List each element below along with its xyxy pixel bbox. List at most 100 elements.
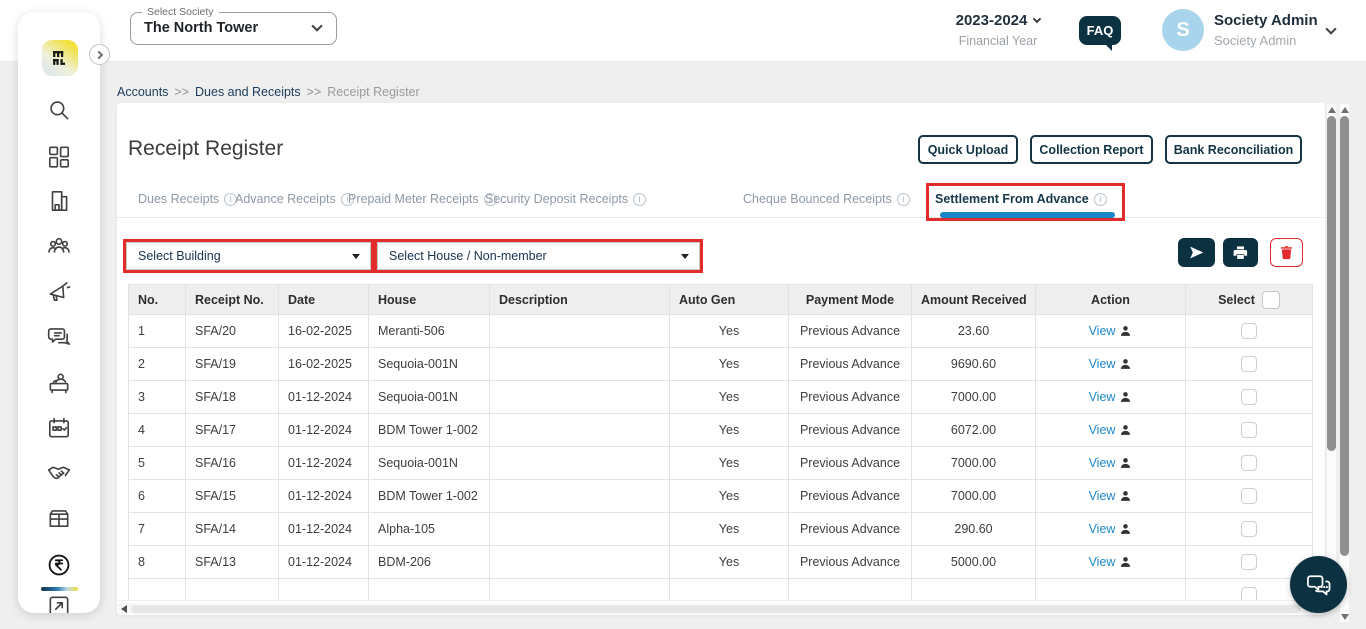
collection-report-button[interactable]: Collection Report [1030,135,1153,164]
sidebar-item-dashboard-icon[interactable] [46,143,72,169]
payment-mode-cell: Previous Advance [788,314,912,348]
receipt-register-card: Receipt Register Quick Upload Collection… [117,103,1325,615]
breadcrumb-dues-and-receipts[interactable]: Dues and Receipts [195,85,301,99]
topbar: Select Society The North Tower 2023-2024… [0,0,1366,62]
active-tab-underline [940,212,1115,218]
sidebar-item-search-icon[interactable] [46,97,72,123]
auto-gen-cell: Yes [669,347,789,381]
amount-received-cell: 5000.00 [911,545,1036,579]
column-header-description: Description [489,284,670,315]
view-link[interactable]: View [1089,423,1116,437]
view-link[interactable]: View [1089,324,1116,338]
view-link[interactable]: View [1089,456,1116,470]
sidebar-item-calendar-bookings-icon[interactable] [46,415,72,441]
delete-button[interactable] [1270,238,1303,267]
vertical-scrollbar-outer[interactable] [1340,104,1349,622]
payment-mode-cell: Previous Advance [788,347,912,381]
auto-gen-cell: Yes [669,512,789,546]
payment-mode-cell: Previous Advance [788,446,912,480]
financial-year-selector[interactable]: 2023-2024 Financial Year [938,12,1058,48]
amount-received-cell: 290.60 [911,512,1036,546]
user-menu-chevron[interactable] [1325,23,1337,35]
select-all-checkbox[interactable] [1261,290,1280,309]
sidebar-item-announcements-icon[interactable] [46,278,72,304]
building-select[interactable]: Select Building [126,242,371,270]
avatar[interactable]: S [1162,9,1204,51]
action-cell: View [1035,380,1186,414]
scroll-up-arrow[interactable] [1340,107,1349,113]
row-select-checkbox[interactable] [1241,521,1257,537]
sidebar-item-front-desk-icon[interactable] [46,370,72,396]
info-icon[interactable]: i [633,192,647,206]
receipt-no-cell: SFA/18 [185,380,279,414]
receipt-no-cell: SFA/19 [185,347,279,381]
row-select-checkbox[interactable] [1241,554,1257,570]
tab-security-deposit-receipts[interactable]: Security Deposit Receipts i [485,192,647,206]
no-cell: 4 [128,413,186,447]
faq-button[interactable]: FAQ [1079,16,1121,51]
view-link[interactable]: View [1089,357,1116,371]
page-title: Receipt Register [128,137,284,160]
receipt-no-cell: SFA/15 [185,479,279,513]
society-select-value: The North Tower [144,20,259,36]
sidebar-item-society-buildings-icon[interactable] [46,188,72,214]
date-cell: 01-12-2024 [278,479,369,513]
tab-label: Prepaid Meter Receipts [348,192,479,206]
scroll-left-arrow[interactable] [121,605,127,613]
view-link[interactable]: View [1089,522,1116,536]
row-select-checkbox[interactable] [1241,356,1257,372]
action-cell: View [1035,347,1186,381]
breadcrumb-separator: >> [174,85,190,99]
column-header-amount-received: Amount Received [911,284,1036,315]
sidebar-item-accounts-icon[interactable] [46,552,72,578]
row-select-checkbox[interactable] [1241,455,1257,471]
view-link[interactable]: View [1089,489,1116,503]
house-select[interactable]: Select House / Non-member [377,242,700,270]
scroll-up-arrow[interactable] [1327,107,1336,113]
sidebar-item-community-icon[interactable] [46,233,72,259]
horizontal-scrollbar[interactable] [117,600,1325,615]
column-header-no-: No. [128,284,186,315]
tabs-divider [117,217,1325,218]
trash-icon [1280,246,1293,260]
auto-gen-cell: Yes [669,314,789,348]
info-icon[interactable]: i [896,192,910,206]
description-cell [489,314,670,348]
view-link[interactable]: View [1089,555,1116,569]
send-button[interactable] [1178,238,1215,267]
sidebar-item-app-logo[interactable] [42,40,78,76]
sidebar-item-communications-icon[interactable] [46,324,72,350]
society-select[interactable]: Select Society The North Tower [130,6,337,45]
vertical-scrollbar-inner[interactable] [1327,104,1336,600]
row-select-checkbox[interactable] [1241,422,1257,438]
tab-cheque-bounced-receipts[interactable]: Cheque Bounced Receipts i [743,192,910,206]
row-select-checkbox[interactable] [1241,488,1257,504]
breadcrumb-accounts[interactable]: Accounts [117,85,168,99]
print-button[interactable] [1223,238,1258,267]
building-select-placeholder: Select Building [138,249,221,263]
scrollbar-thumb[interactable] [1327,116,1336,451]
sidebar-item-vendors-icon[interactable] [46,460,72,486]
tab-prepaid-meter-receipts[interactable]: Prepaid Meter Receipts i [348,192,497,206]
scrollbar-thumb[interactable] [1340,116,1349,556]
scrollbar-thumb[interactable] [131,605,1301,613]
bank-reconciliation-button[interactable]: Bank Reconciliation [1165,135,1302,164]
sidebar-item-approvals-icon[interactable] [46,593,72,613]
table-row: 4 SFA/17 01-12-2024 BDM Tower 1-002 Yes Previ… [128,413,1313,447]
printer-icon [1233,246,1248,259]
select-cell [1185,380,1313,414]
tab-dues-receipts[interactable]: Dues Receipts i [138,192,238,206]
row-select-checkbox[interactable] [1241,323,1257,339]
select-cell [1185,413,1313,447]
info-icon[interactable]: i [1093,192,1107,206]
chat-support-button[interactable] [1290,556,1347,613]
view-link[interactable]: View [1089,390,1116,404]
sidebar-expand-button[interactable] [89,44,110,65]
row-select-checkbox[interactable] [1241,389,1257,405]
tab-settlement-from-advance[interactable]: Settlement From Advance i [926,183,1125,221]
scroll-down-arrow[interactable] [1340,614,1349,620]
sidebar-item-inventory-icon[interactable] [46,505,72,531]
tab-advance-receipts[interactable]: Advance Receipts i [235,192,354,206]
caret-down-icon [352,254,360,259]
quick-upload-button[interactable]: Quick Upload [918,135,1018,164]
